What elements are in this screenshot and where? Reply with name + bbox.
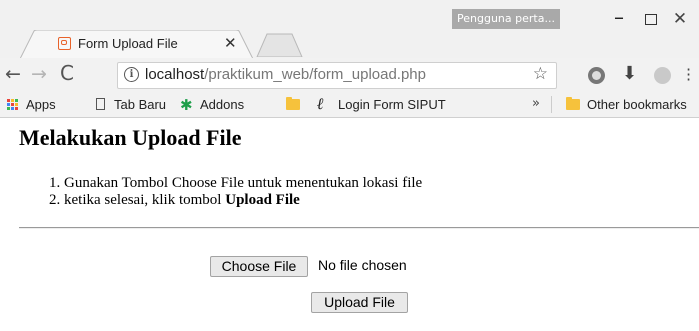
more-bookmarks-chevron[interactable]: »: [532, 96, 540, 111]
bookmark-tab-baru[interactable]: Tab Baru: [114, 97, 166, 112]
minimize-button[interactable]: –: [605, 7, 633, 28]
puzzle-icon: ✱: [180, 96, 193, 114]
url-host: localhost: [145, 66, 205, 83]
browser-titlebar: Pengguna perta... – ✕ Form Upload File ✕: [0, 0, 699, 59]
upload-file-button[interactable]: Upload File: [311, 292, 408, 313]
download-icon[interactable]: ⬇: [622, 63, 639, 84]
step-text: ketika selesai, klik tombol: [64, 192, 226, 208]
step-number: 2.: [49, 192, 61, 208]
close-window-button[interactable]: ✕: [666, 10, 694, 28]
back-button[interactable]: ←: [5, 63, 21, 85]
tab-title: Form Upload File: [78, 36, 178, 51]
menu-icon[interactable]: · · ·: [686, 62, 691, 88]
maximize-button[interactable]: [637, 10, 665, 28]
extension-globe-icon[interactable]: [654, 67, 671, 84]
browser-toolbar: ← → C i localhost/praktikum_web/form_upl…: [0, 58, 699, 92]
script-l-icon: ℓ: [317, 94, 324, 113]
bookmark-star-icon[interactable]: ☆: [533, 64, 548, 84]
form-favicon-icon: [58, 37, 71, 50]
reload-button[interactable]: C: [60, 61, 74, 85]
tab-close-icon[interactable]: ✕: [224, 34, 237, 52]
file-status-text: No file chosen: [318, 257, 407, 273]
instruction-item: 2. ketika selesai, klik tombol Upload Fi…: [49, 192, 422, 209]
maximize-icon: [645, 14, 657, 25]
tab-form-upload[interactable]: Form Upload File ✕: [20, 30, 254, 59]
url-text[interactable]: localhost/praktikum_web/form_upload.php: [145, 66, 426, 83]
page-title: Melakukan Upload File: [19, 125, 242, 150]
horizontal-rule: [19, 227, 699, 229]
step-number: 1.: [49, 175, 61, 191]
other-bookmarks-folder-icon: [566, 97, 580, 110]
choose-file-button[interactable]: Choose File: [210, 256, 308, 277]
apps-grid-icon[interactable]: [7, 99, 19, 111]
bookmarks-bar: Apps Tab Baru ✱ Addons ℓ Login Form SIPU…: [0, 92, 699, 118]
step-bold-text: Upload File: [225, 192, 300, 208]
extension-film-icon[interactable]: [588, 67, 605, 84]
url-path: /praktikum_web/form_upload.php: [204, 66, 426, 83]
profile-chip[interactable]: Pengguna perta...: [452, 9, 560, 29]
bookmark-apps[interactable]: Apps: [26, 97, 56, 112]
bookmarks-divider: [551, 96, 552, 113]
address-bar[interactable]: i localhost/praktikum_web/form_upload.ph…: [117, 62, 557, 89]
instruction-list: 1. Gunakan Tombol Choose File untuk mene…: [49, 175, 422, 209]
step-text: Gunakan Tombol Choose File untuk menentu…: [64, 175, 423, 191]
bookmark-login-form-siput[interactable]: Login Form SIPUT: [338, 97, 446, 112]
forward-button[interactable]: →: [31, 63, 47, 85]
other-bookmarks[interactable]: Other bookmarks: [587, 97, 687, 112]
page-icon: [96, 98, 105, 110]
bookmark-folder-icon[interactable]: [286, 97, 300, 110]
bookmark-addons[interactable]: Addons: [200, 97, 244, 112]
new-tab-button[interactable]: [256, 33, 304, 57]
info-icon[interactable]: i: [124, 67, 139, 82]
instruction-item: 1. Gunakan Tombol Choose File untuk mene…: [49, 175, 422, 192]
